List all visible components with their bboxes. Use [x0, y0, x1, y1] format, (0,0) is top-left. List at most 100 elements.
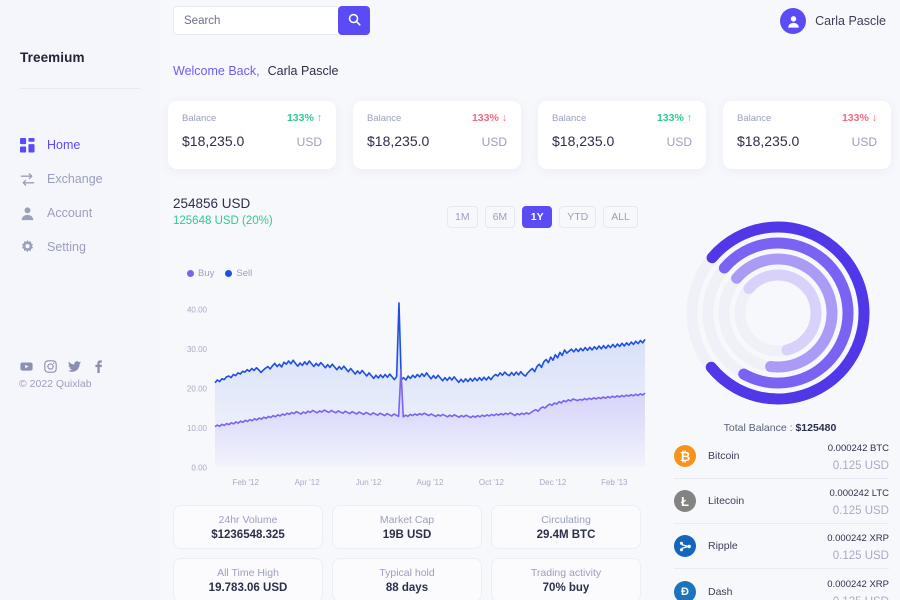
legend-item-buy: Buy: [187, 268, 214, 279]
coin-name: Dash: [708, 585, 733, 598]
legend-label: Buy: [198, 268, 215, 279]
balance-card[interactable]: Balance 133% ↑ $18,235.0 USD: [168, 101, 336, 169]
balance-change: 133% ↑: [286, 112, 322, 124]
svg-text:Apr '12: Apr '12: [295, 478, 321, 487]
litecoin-icon: Ł: [674, 490, 696, 512]
balance-change: 133% ↓: [471, 112, 507, 124]
svg-text:Dec '12: Dec '12: [539, 478, 566, 487]
coin-list: ₿ Bitcoin 0.000242 BTC 0.125 USD Ł Litec…: [674, 434, 889, 600]
dash-icon: Ð: [674, 580, 696, 600]
coin-usd-value: 0.125 USD: [832, 550, 889, 562]
ripple-icon: [674, 535, 696, 557]
stat-card-24hr-volume: 24hr Volume $1236548.325: [173, 505, 323, 549]
coin-values: 0.000242 LTC 0.125 USD: [829, 483, 889, 519]
sidebar-nav: Home Exchange Account Setting: [0, 128, 160, 264]
list-item[interactable]: Ripple 0.000242 XRP 0.125 USD: [674, 524, 889, 569]
legend-item-sell: Sell: [225, 268, 252, 279]
twitter-icon[interactable]: [68, 360, 81, 373]
balance-label: Balance: [367, 112, 402, 124]
balance-amount: $18,235.0: [182, 133, 245, 149]
sidebar-item-exchange[interactable]: Exchange: [0, 162, 160, 196]
stat-value: 19B USD: [382, 528, 432, 541]
welcome-message: Welcome Back, Carla Pascle: [173, 64, 338, 78]
grid-icon: [20, 137, 35, 153]
search-button[interactable]: [338, 6, 370, 35]
balance-amount: $18,235.0: [367, 133, 430, 149]
list-item[interactable]: ₿ Bitcoin 0.000242 BTC 0.125 USD: [674, 434, 889, 479]
coin-usd-value: 0.125 USD: [832, 505, 889, 517]
svg-text:Feb '12: Feb '12: [232, 478, 259, 487]
stat-card-typical-hold: Typical hold 88 days: [332, 558, 482, 600]
svg-text:Oct '12: Oct '12: [479, 478, 505, 487]
sidebar-item-setting[interactable]: Setting: [0, 230, 160, 264]
svg-text:Feb '13: Feb '13: [601, 478, 628, 487]
coin-amount: 0.000242 BTC: [827, 443, 889, 454]
list-item[interactable]: Ð Dash 0.000242 XRP 0.125 USD: [674, 569, 889, 600]
legend-label: Sell: [236, 268, 253, 279]
stat-card-all-time-high: All Time High 19.783.06 USD: [173, 558, 323, 600]
sidebar-item-account[interactable]: Account: [0, 196, 160, 230]
balance-currency: USD: [296, 135, 322, 149]
search-input[interactable]: [173, 6, 338, 35]
range-button-1y[interactable]: 1Y: [522, 206, 553, 228]
balance-card[interactable]: Balance 133% ↓ $18,235.0 USD: [353, 101, 521, 169]
total-balance-label: Total Balance :: [723, 422, 793, 434]
sidebar-item-label: Exchange: [47, 172, 103, 186]
coin-name: Bitcoin: [708, 450, 740, 462]
exchange-icon: [20, 172, 35, 187]
range-button-6m[interactable]: 6M: [484, 206, 516, 228]
welcome-greeting: Welcome Back,: [173, 64, 260, 78]
stat-value: 70% buy: [542, 581, 590, 594]
svg-text:10.00: 10.00: [187, 424, 208, 433]
coin-name: Litecoin: [708, 495, 745, 507]
stat-label: Market Cap: [379, 513, 435, 526]
svg-text:20.00: 20.00: [187, 384, 208, 393]
facebook-icon[interactable]: [92, 360, 105, 373]
chart-total-value: 254856 USD: [173, 196, 251, 211]
coin-amount: 0.000242 XRP: [827, 578, 889, 590]
svg-text:30.00: 30.00: [187, 345, 208, 354]
chart-change-value: 125648 USD (20%): [173, 215, 273, 227]
balance-amount: $18,235.0: [552, 133, 615, 149]
range-button-ytd[interactable]: YTD: [559, 206, 597, 228]
sidebar-item-label: Setting: [47, 240, 86, 254]
social-links: [20, 360, 105, 373]
instagram-icon[interactable]: [44, 360, 57, 373]
stat-label: Trading activity: [530, 566, 602, 579]
range-button-1m[interactable]: 1M: [447, 206, 478, 228]
price-area-chart[interactable]: 0.00 10.00 20.00 30.00 40.00 Feb '12 Apr '12 Ju…: [173, 285, 653, 497]
brand-logo: Treemium: [20, 50, 85, 65]
right-panel: Total Balance : $125480 ₿ Bitcoin 0.0002…: [660, 0, 900, 600]
copyright-text: © 2022 Quixlab: [19, 378, 92, 390]
balance-currency: USD: [481, 135, 507, 149]
svg-text:40.00: 40.00: [187, 305, 208, 314]
coin-values: 0.000242 BTC 0.125 USD: [828, 438, 889, 474]
stat-value: $1236548.325: [211, 528, 285, 541]
svg-text:Jun '12: Jun '12: [356, 478, 382, 487]
balance-label: Balance: [182, 112, 217, 124]
welcome-name: Carla Pascle: [267, 64, 339, 78]
stat-card-circulating: Circulating 29.4M BTC: [491, 505, 641, 549]
stat-label: 24hr Volume: [218, 513, 278, 526]
stat-value: 19.783.06 USD: [208, 581, 288, 594]
coin-values: 0.000242 XRP 0.125 USD: [827, 574, 889, 600]
balance-label: Balance: [552, 112, 587, 124]
trend-up-icon: ↑: [316, 112, 322, 124]
sidebar-item-label: Account: [47, 206, 93, 220]
sidebar-item-home[interactable]: Home: [0, 128, 160, 162]
range-button-all[interactable]: ALL: [603, 206, 638, 228]
coin-name: Ripple: [708, 540, 738, 552]
search-icon: [348, 13, 361, 29]
youtube-icon[interactable]: [20, 360, 33, 373]
sidebar: Treemium Home Exchange Account Setting ©…: [0, 0, 160, 600]
trend-down-icon: ↓: [501, 112, 507, 124]
legend-swatch: [225, 270, 233, 277]
list-item[interactable]: Ł Litecoin 0.000242 LTC 0.125 USD: [674, 479, 889, 524]
chart-summary: 254856 USD 125648 USD (20%): [173, 196, 273, 227]
svg-text:0.00: 0.00: [191, 464, 207, 473]
search-bar: [173, 6, 370, 35]
coin-amount: 0.000242 LTC: [829, 488, 889, 499]
main-content: Carla Pascle Welcome Back, Carla Pascle B…: [160, 0, 900, 600]
sidebar-divider: [20, 88, 140, 89]
person-icon: [20, 206, 35, 221]
